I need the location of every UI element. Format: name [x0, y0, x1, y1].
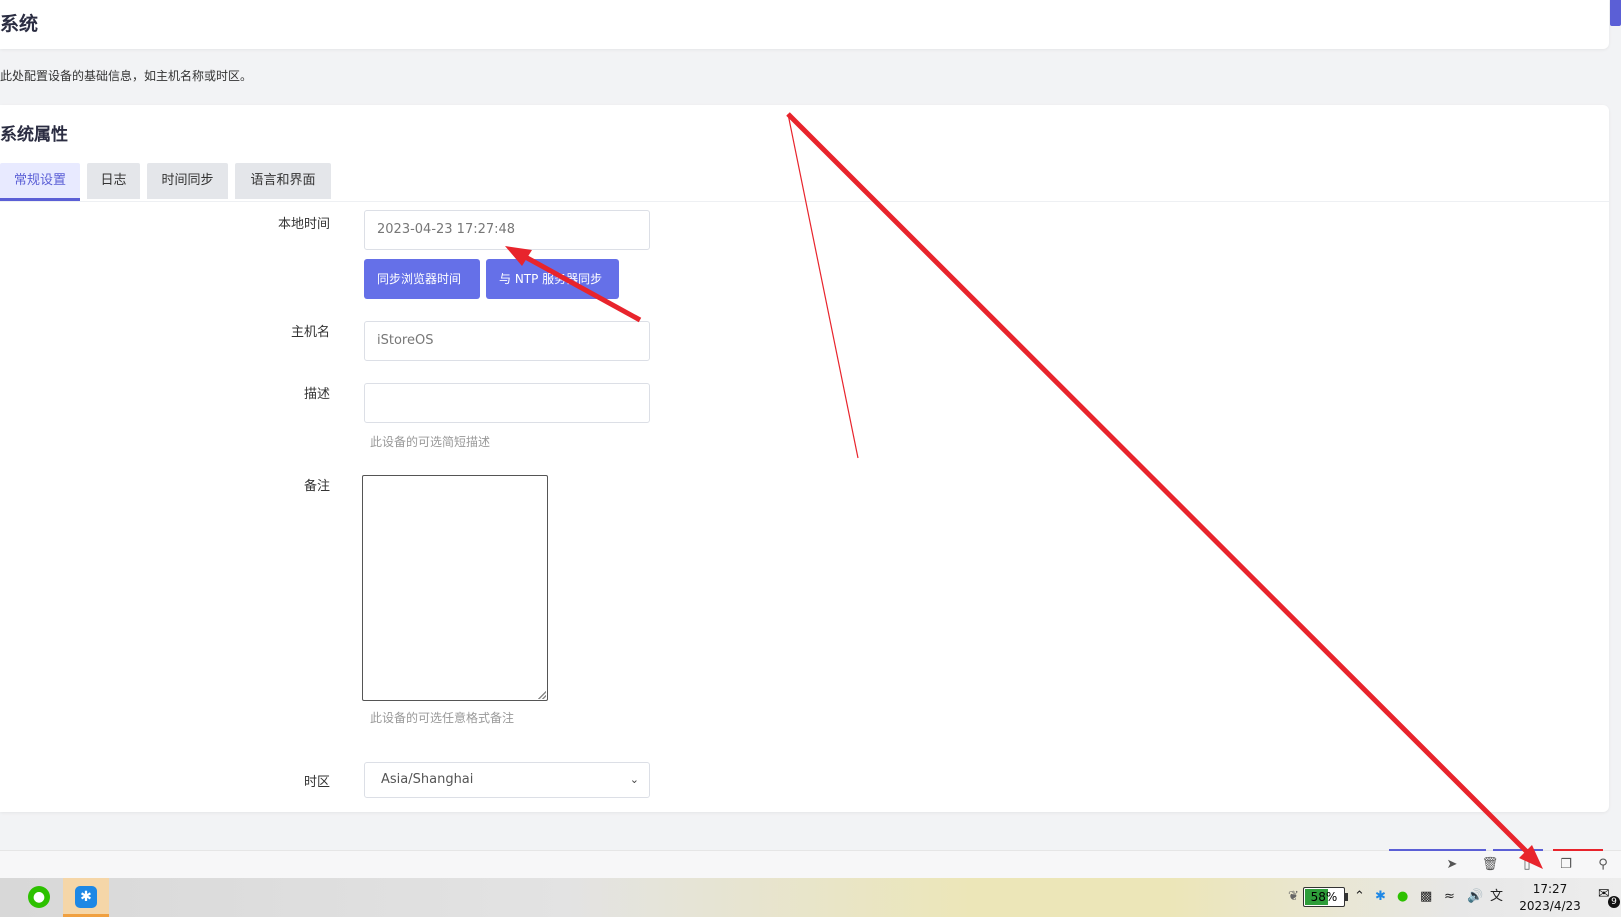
trash-icon[interactable]: 🗑 [1481, 856, 1499, 874]
input-method-icon[interactable]: ▩ [1420, 888, 1432, 906]
tab-logs[interactable]: 日志 [87, 163, 140, 199]
wechat-tray-icon[interactable]: ● [1397, 888, 1408, 906]
volume-icon[interactable]: 🔊 [1467, 888, 1483, 906]
header-card: 系统 [0, 0, 1609, 49]
hostname-field[interactable]: iStoreOS [364, 321, 650, 361]
bottom-toolbar: ➤ 🗑 ▯ ❐ ⚲ [0, 849, 1621, 879]
hostname-label: 主机名 [290, 325, 330, 340]
page-title: 系统 [0, 13, 39, 35]
clock-date: 2023/4/23 [1519, 899, 1581, 913]
scrollbar-thumb[interactable] [1610, 0, 1621, 26]
timezone-label: 时区 [303, 775, 330, 790]
speaker-icon[interactable]: ▯ [1518, 856, 1536, 874]
tab-divider [0, 201, 1609, 202]
notification-icon[interactable]: ✉ 9 [1598, 886, 1620, 908]
search-icon[interactable]: ⚲ [1594, 856, 1612, 874]
tab-general-settings[interactable]: 常规设置 [0, 163, 80, 201]
toolbar-accent-blue-2 [1493, 849, 1543, 851]
chevron-up-icon[interactable]: ⌃ [1354, 888, 1365, 906]
sync-ntp-button[interactable]: 与 NTP 服务器同步 [486, 259, 619, 299]
notes-label: 备注 [303, 479, 330, 494]
timezone-select[interactable]: Asia/Shanghai ⌄ [364, 762, 650, 798]
resize-grip-icon[interactable] [538, 691, 546, 699]
taskbar-clock[interactable]: 17:27 2023/4/23 [1516, 881, 1584, 915]
page-description: 此处配置设备的基础信息，如主机名称或时区。 [0, 69, 253, 83]
clock-time: 17:27 [1532, 882, 1568, 896]
toolbar-accent-red [1553, 849, 1603, 851]
sync-browser-time-button[interactable]: 同步浏览器时间 [364, 259, 480, 299]
battery-indicator[interactable]: 58% [1303, 887, 1348, 907]
notes-textarea[interactable] [362, 475, 548, 701]
timezone-value: Asia/Shanghai [381, 772, 474, 787]
lark-taskbar-button[interactable]: ✱ [63, 878, 109, 917]
description-hint: 此设备的可选简短描述 [370, 435, 491, 449]
notification-badge: 9 [1608, 896, 1620, 908]
tab-language-ui[interactable]: 语言和界面 [235, 163, 331, 199]
toolbar-accent-blue [1389, 849, 1486, 851]
lark-tray-icon[interactable]: ✱ [1375, 888, 1386, 906]
window-icon[interactable]: ❐ [1557, 856, 1575, 874]
section-title: 系统属性 [0, 125, 68, 145]
rocket-icon[interactable]: ➤ [1443, 856, 1461, 874]
description-label: 描述 [303, 387, 330, 402]
tab-time-sync[interactable]: 时间同步 [147, 163, 228, 199]
battery-nub [1345, 893, 1348, 901]
description-field[interactable] [364, 383, 650, 423]
wifi-icon[interactable]: ≈ [1444, 888, 1455, 906]
local-time-field[interactable]: 2023-04-23 17:27:48 [364, 210, 650, 250]
wechat-icon: ● [28, 886, 50, 908]
chevron-down-icon: ⌄ [629, 773, 639, 786]
lark-icon: ✱ [75, 886, 97, 908]
taskbar: ● ✱ ❦ 58% ⌃ ✱ ● ▩ ≈ 🔊 文 17:27 2023/4/23 … [0, 878, 1621, 917]
language-icon[interactable]: 文 [1490, 888, 1503, 906]
leaf-icon[interactable]: ❦ [1288, 888, 1299, 906]
battery-percent: 58% [1310, 890, 1338, 904]
wechat-taskbar-button[interactable]: ● [16, 878, 62, 917]
notes-hint: 此设备的可选任意格式备注 [370, 711, 515, 725]
local-time-label: 本地时间 [277, 217, 330, 232]
section-card: 系统属性 常规设置 日志 时间同步 语言和界面 本地时间 2023-04-23 … [0, 105, 1609, 812]
